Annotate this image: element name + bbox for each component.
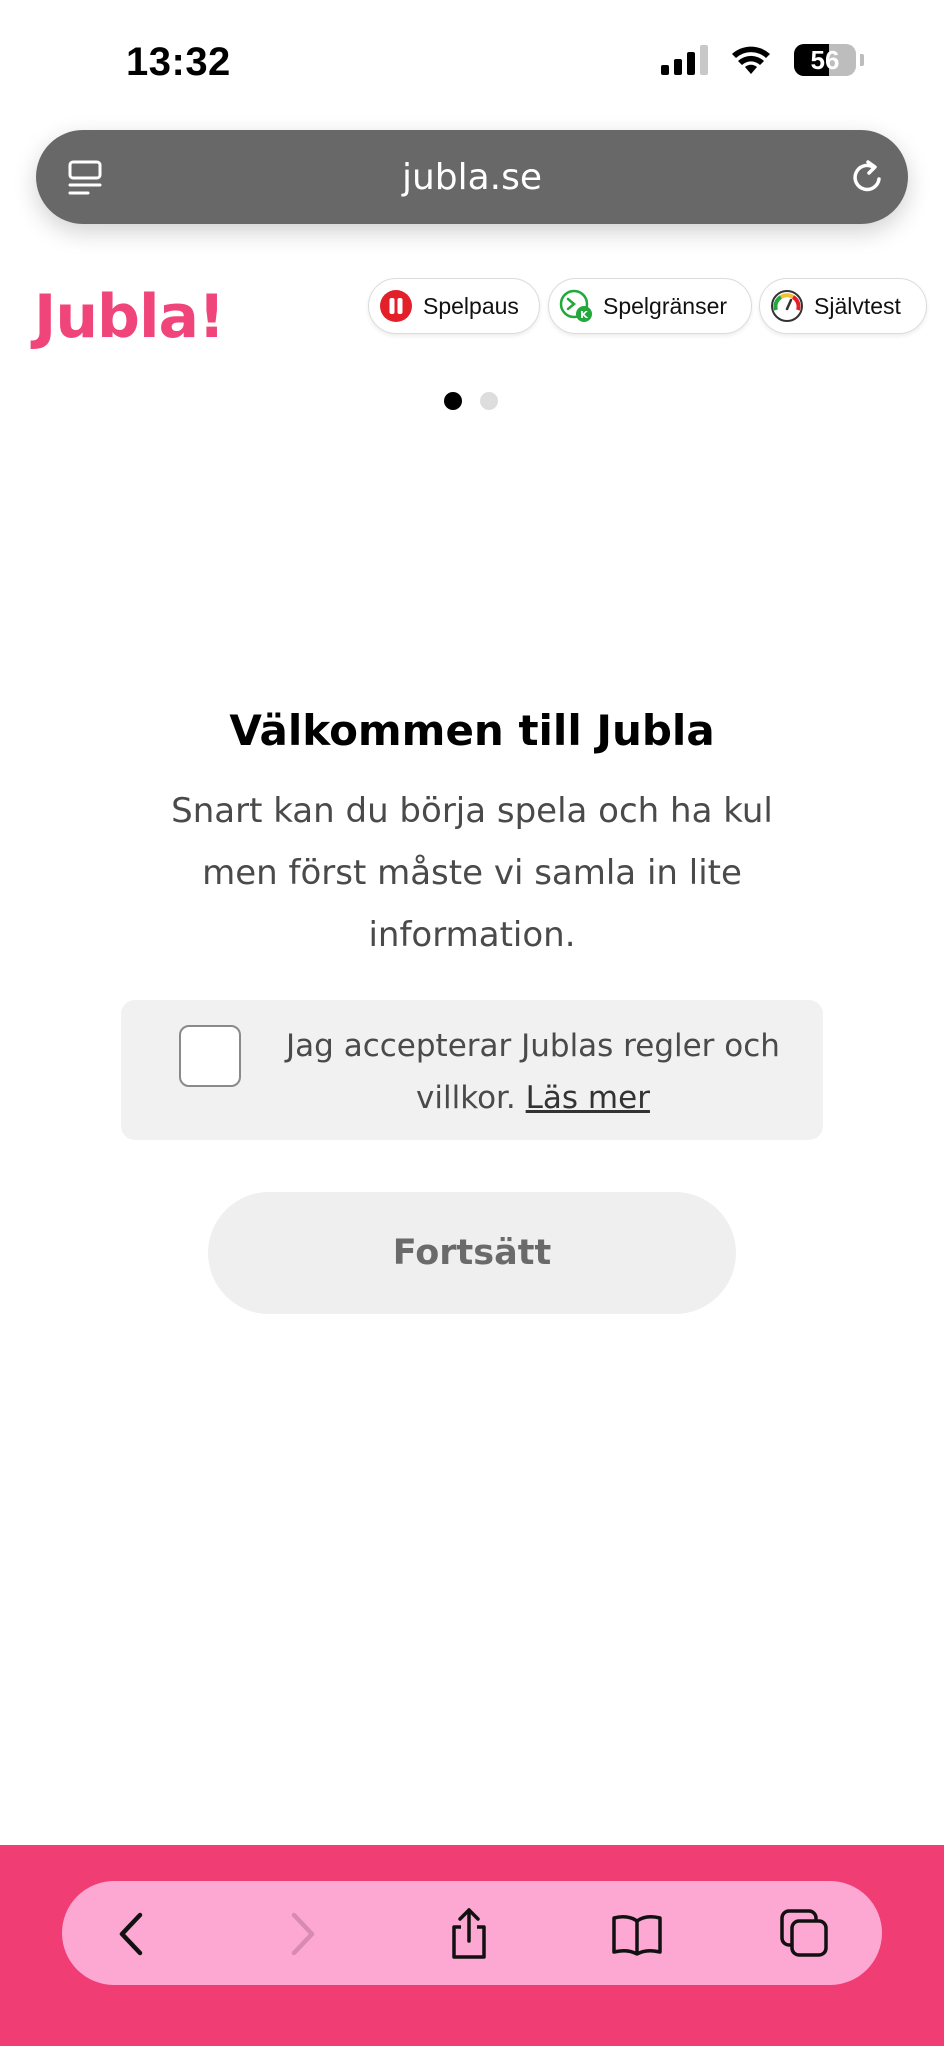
spelgranser-label: Spelgränser: [603, 292, 728, 319]
spelgranser-button[interactable]: K Spelgränser: [548, 278, 752, 334]
terms-acceptance: Jag accepterar Jublas regler och villkor…: [121, 1000, 823, 1140]
share-icon[interactable]: [442, 1907, 496, 1961]
url-text[interactable]: jubla.se: [402, 157, 542, 198]
sjalvtest-label: Självtest: [814, 292, 901, 319]
accept-terms-text: Jag accepterar Jublas regler och villkor…: [263, 1020, 803, 1124]
battery-icon: 56: [794, 44, 856, 76]
bookmarks-icon[interactable]: [610, 1907, 664, 1961]
carousel-dot-1[interactable]: [444, 392, 462, 410]
limits-icon: K: [559, 289, 592, 322]
page: 13:32 56 jubla.se Jubla! Spelpaus K Spel…: [0, 0, 944, 2046]
browser-bottom-bar: [0, 1845, 944, 2046]
spelpaus-button[interactable]: Spelpaus: [368, 278, 540, 334]
reload-icon[interactable]: [846, 156, 888, 198]
address-bar[interactable]: jubla.se: [36, 130, 908, 224]
battery-cap: [860, 54, 864, 66]
sjalvtest-button[interactable]: Självtest: [759, 278, 927, 334]
jubla-logo[interactable]: Jubla!: [34, 282, 225, 352]
tabs-icon[interactable]: [778, 1907, 832, 1961]
back-icon[interactable]: [106, 1907, 160, 1961]
browser-toolbar: [62, 1881, 882, 1985]
battery-level: 56: [810, 44, 840, 75]
welcome-text: Snart kan du börja spela och ha kul men …: [171, 791, 773, 955]
status-time: 13:32: [126, 40, 231, 84]
svg-text:K: K: [580, 310, 589, 321]
accept-terms-checkbox[interactable]: [179, 1025, 241, 1087]
status-bar: 13:32 56: [0, 0, 944, 120]
cellular-signal-icon: [661, 45, 708, 75]
page-menu-icon[interactable]: [66, 158, 106, 198]
carousel-dot-2[interactable]: [480, 392, 498, 410]
wifi-icon: [732, 46, 770, 74]
spelpaus-label: Spelpaus: [423, 292, 519, 319]
continue-button[interactable]: Fortsätt: [208, 1192, 736, 1314]
read-more-link[interactable]: Läs mer: [526, 1080, 650, 1116]
pause-icon: [380, 290, 412, 322]
welcome-title: Välkommen till Jubla: [229, 706, 715, 755]
gauge-icon: [771, 290, 803, 322]
forward-icon[interactable]: [274, 1907, 328, 1961]
status-icons: 56: [661, 44, 864, 76]
carousel-dots: [444, 392, 498, 410]
